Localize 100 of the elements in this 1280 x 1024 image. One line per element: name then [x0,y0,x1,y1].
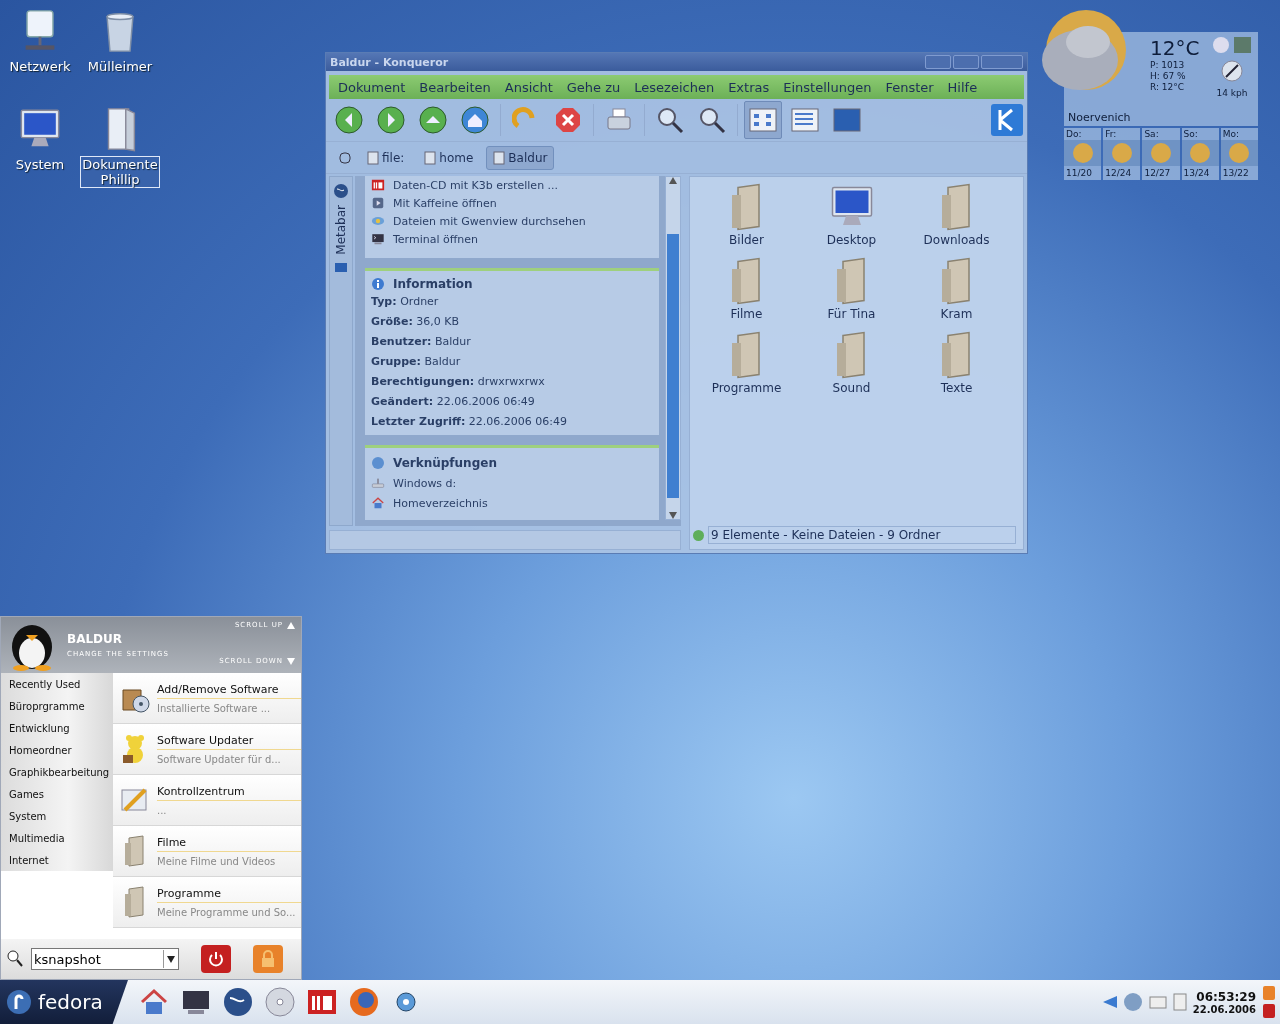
browser-icon[interactable] [348,986,380,1018]
day-temperatures: 12/27 [1143,167,1172,180]
day-name: Do: [1065,128,1083,140]
arrow-icon[interactable] [1102,996,1117,1008]
desktop-icon-label[interactable]: Mülleimer [85,58,155,75]
home-icon [371,496,385,510]
menu-category[interactable]: System [1,805,113,827]
file-name[interactable]: Bilder [729,233,764,247]
command-field[interactable]: ksnapshot [31,948,179,970]
sidebar-tab[interactable]: Metabar [334,205,348,255]
search-icon [7,950,23,968]
shutdown-button[interactable] [201,945,231,973]
image-viewer-icon [371,214,385,228]
folder-icon [424,150,437,165]
wind-speed: 14 kph [1216,88,1248,99]
menu-category[interactable]: Graphikbearbeitung [1,761,113,783]
clipboard-icon[interactable] [1172,993,1187,1011]
day-name: Fr: [1104,128,1118,140]
start-button[interactable]: fedora [0,980,128,1024]
file-name[interactable]: Filme [730,307,763,321]
scroll-down-arrow-icon[interactable] [669,512,677,519]
breadcrumb-button[interactable]: file: [360,145,412,170]
temperature: 12°C [1150,36,1200,60]
menu-item[interactable]: Fenster [878,79,941,95]
menu-item[interactable]: Dokument [331,79,413,95]
day-temperatures: 12/24 [1104,167,1133,180]
info-line: Berechtigungen: drwxrwxrwx [371,374,546,390]
window-title: Baldur - Konqueror [330,55,449,69]
info-line: Geändert: 22.06.2006 06:49 [371,394,536,410]
file-name[interactable]: Für Tina [827,307,876,321]
menu-category[interactable]: Internet [1,849,113,871]
desktop-icon-label[interactable]: Netzwerk [7,58,73,75]
desktop-icon-label[interactable]: System [13,156,67,173]
clock-date[interactable]: 22.06.2006 [1192,1003,1256,1015]
shortcut-link[interactable]: Homeverzeichnis [393,496,488,510]
dropdown-arrow-icon[interactable] [167,955,175,963]
scrollbar[interactable] [665,176,681,520]
view-mode-button[interactable] [744,101,782,139]
menu-item[interactable]: Lesezeichen [627,79,722,95]
info-line: Gruppe: Baldur [371,354,462,370]
menu-item[interactable]: Bearbeiten [412,79,498,95]
file-name[interactable]: Desktop [826,233,877,247]
menu-item[interactable]: Einstellungen [776,79,879,95]
compass-icon [1221,60,1243,82]
info-line: Typ: Ordner [371,294,440,310]
menu-category[interactable]: Entwicklung [1,717,113,739]
entry-description: Installierte Software ... [157,702,272,714]
menu-category[interactable]: Homeordner [1,739,113,761]
clock-time[interactable]: 06:53:29 [1196,989,1256,1004]
menu-item[interactable]: Gehe zu [559,79,628,95]
tray-status-icons[interactable] [1262,985,1276,1019]
desktop-icon-label[interactable]: Dokumente Phillip [80,156,160,188]
menu-category[interactable]: Büroprgramme [1,695,113,717]
fedora-logo [6,989,32,1015]
file-name[interactable]: Texte [940,381,973,395]
day-temperatures: 11/20 [1065,167,1093,180]
sun-icon [1071,142,1094,164]
file-name[interactable]: Sound [832,381,871,395]
sun-icon [1150,142,1172,164]
info-line: Benutzer: Baldur [371,334,472,350]
breadcrumb-button[interactable]: Baldur [486,145,555,170]
link-icon [371,456,385,470]
info-line: Letzter Zugriff: 22.06.2006 06:49 [371,414,568,430]
scroll-up-arrow-icon[interactable] [669,177,677,184]
action-link[interactable]: Terminal öffnen [393,232,478,246]
kde-logo [991,104,1023,136]
disc-icon[interactable] [264,986,296,1018]
card-title: Verknüpfungen [393,456,497,470]
real-feel: R: 12°C [1150,82,1186,93]
file-name[interactable]: Downloads [923,233,990,247]
menu-category[interactable]: Multimedia [1,827,113,849]
folder-icon [367,150,379,165]
entry-description: Meine Programme und So... [157,906,297,918]
menu-item[interactable]: Extras [721,79,777,95]
shortcut-link[interactable]: Windows d: [393,476,457,490]
file-name[interactable]: Programme [711,381,782,395]
sun-icon [1189,142,1212,164]
power-icon [207,950,225,968]
entry-title: Software Updater [157,733,301,750]
action-link[interactable]: Dateien mit Gwenview durchsehen [393,214,586,228]
menu-item[interactable]: Hilfe [940,79,985,95]
file-name[interactable]: Kram [940,307,973,321]
scroll-up-arrow-icon[interactable] [287,621,295,629]
entry-title: Kontrollzentrum [157,784,301,801]
scroll-down-arrow-icon[interactable] [287,657,295,665]
menu-item[interactable]: Ansicht [497,79,560,95]
entry-description: Software Updater für d... [157,753,282,765]
day-name: Sa: [1143,128,1160,140]
card-title: Information [393,277,473,291]
entry-title: Add/Remove Software [157,682,301,699]
menu-category[interactable]: Recently Used [1,673,113,695]
entry-description: ... [157,804,168,816]
location-name: Noervenich [1067,111,1132,124]
action-link[interactable]: Mit Kaffeine öffnen [393,196,497,210]
status-text: 9 Elemente - Keine Dateien - 9 Ordner [708,526,1016,544]
menu-category[interactable]: Games [1,783,113,805]
breadcrumb-button[interactable]: home [417,145,481,170]
day-temperatures: 13/24 [1182,167,1211,180]
image-icon[interactable] [334,260,348,275]
action-link[interactable]: Daten-CD mit K3b erstellen ... [393,178,559,192]
